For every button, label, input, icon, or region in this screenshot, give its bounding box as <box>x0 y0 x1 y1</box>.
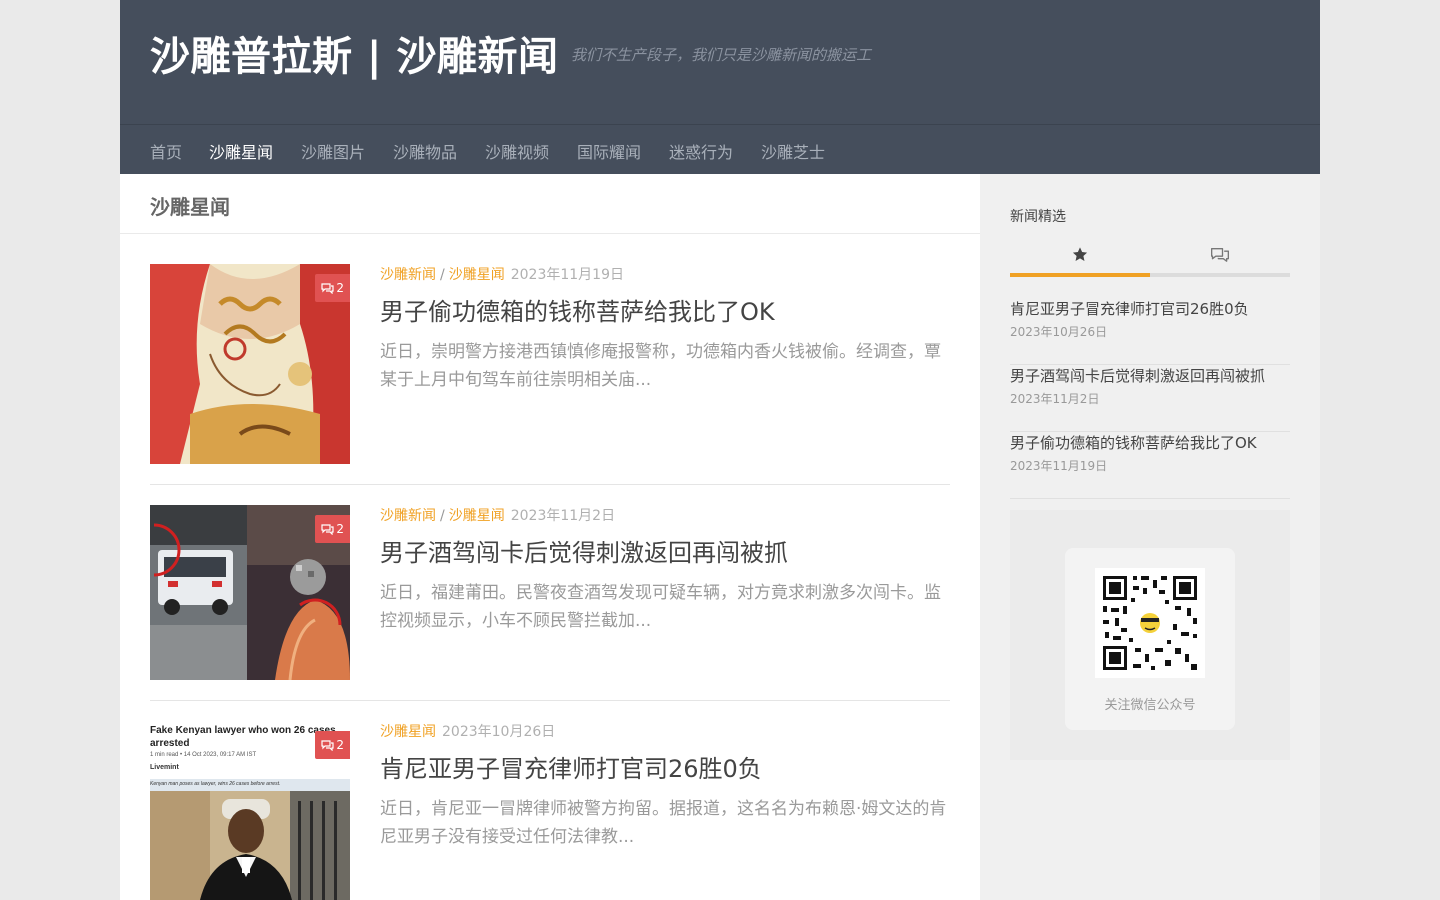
category-link[interactable]: 沙雕新闻 <box>380 267 436 283</box>
category-link[interactable]: 沙雕星闻 <box>380 724 436 740</box>
wechat-qr-widget: 关注微信公众号 <box>1010 510 1290 760</box>
sidebar-news-item[interactable]: 男子偷功德箱的钱称菩萨给我比了OK 2023年11月19日 <box>1010 432 1290 499</box>
sidebar-news-title[interactable]: 男子酒驾闯卡后觉得刺激返回再闯被抓 <box>1010 365 1265 386</box>
post-title[interactable]: 肯尼亚男子冒充律师打官司26胜0负 <box>380 749 762 784</box>
sidebar-news-date: 2023年11月2日 <box>1010 392 1100 406</box>
sidebar: 新闻精选 肯尼亚男子冒充律师打官司26胜0负 2023年10月26日 男子酒驾闯… <box>980 174 1320 900</box>
post-divider <box>150 700 950 701</box>
post-date: 2023年10月26日 <box>442 724 556 740</box>
snippet-byline: 1 min read • 14 Oct 2023, 09:17 AM IST <box>150 752 257 758</box>
main-nav: 首页 沙雕星闻 沙雕图片 沙雕物品 沙雕视频 国际耀闻 迷惑行为 沙雕芝士 <box>120 124 1320 174</box>
sidebar-news-date: 2023年10月26日 <box>1010 325 1108 339</box>
post-divider <box>150 484 950 485</box>
snippet-caption: Kenyan man poses as lawyer, wins 26 case… <box>150 781 281 787</box>
post-excerpt: 近日，崇明警方接港西镇慎修庵报警称，功德箱内香火钱被偷。经调查，覃某于上月中旬驾… <box>380 342 941 390</box>
post-meta: 沙雕新闻 / 沙雕星闻 2023年11月19日 <box>380 264 624 284</box>
site-header: 沙雕普拉斯 | 沙雕新闻 我们不生产段子，我们只是沙雕新闻的搬运工 <box>120 0 1320 124</box>
post-meta: 沙雕星闻 2023年10月26日 <box>380 721 555 741</box>
qr-label: 关注微信公众号 <box>1104 698 1196 713</box>
sidebar-news-title[interactable]: 肯尼亚男子冒充律师打官司26胜0负 <box>1010 298 1249 319</box>
lawyer-photo-image <box>150 791 350 900</box>
post-item: Fake Kenyan lawyer who won 26 cases arre… <box>150 721 950 900</box>
wechat-qr-card: 关注微信公众号 <box>1065 548 1235 730</box>
post-thumbnail[interactable]: Fake Kenyan lawyer who won 26 cases arre… <box>150 721 350 900</box>
comment-count-badge[interactable]: 2 <box>315 274 350 302</box>
post-item: 2 沙雕新闻 / 沙雕星闻 2023年11月2日 男子酒驾闯卡后觉得刺激返回再闯被抓 … <box>150 505 950 680</box>
wechat-qr-code <box>1095 568 1205 678</box>
post-excerpt: 近日，福建莆田。民警夜查酒驾发现可疑车辆，对方竟求刺激多次闯卡。监控视频显示，小… <box>380 583 941 631</box>
snippet-headline-line-2: arrested <box>150 738 190 749</box>
snippet-caption-bar: Kenyan man poses as lawyer, wins 26 case… <box>150 779 350 791</box>
sidebar-news-date: 2023年11月19日 <box>1010 459 1108 473</box>
widget-title: 新闻精选 <box>1010 209 1066 225</box>
sidebar-news-title[interactable]: 男子偷功德箱的钱称菩萨给我比了OK <box>1010 432 1257 453</box>
comments-icon <box>1211 248 1229 262</box>
sidebar-news-item[interactable]: 男子酒驾闯卡后觉得刺激返回再闯被抓 2023年11月2日 <box>1010 365 1290 432</box>
qr-code-image <box>1095 568 1205 678</box>
category-link[interactable]: 沙雕星闻 <box>449 267 505 283</box>
category-separator: / <box>440 508 445 524</box>
comment-count-badge[interactable]: 2 <box>315 731 350 759</box>
nav-item-shadiao-shipin[interactable]: 沙雕视频 <box>485 139 549 163</box>
site-tagline: 我们不生产段子，我们只是沙雕新闻的搬运工 <box>571 46 872 64</box>
post-item: 2 沙雕新闻 / 沙雕星闻 2023年11月19日 男子偷功德箱的钱称菩萨给我比了OK… <box>150 264 950 464</box>
nav-item-mihuo-xingwei[interactable]: 迷惑行为 <box>669 139 733 163</box>
post-title[interactable]: 男子酒驾闯卡后觉得刺激返回再闯被抓 <box>380 533 788 568</box>
comment-count-badge[interactable]: 2 <box>315 515 350 543</box>
nav-item-shadiao-zhishi[interactable]: 沙雕芝士 <box>761 139 825 163</box>
star-icon <box>1072 247 1088 261</box>
post-date: 2023年11月19日 <box>510 267 624 283</box>
post-excerpt: 近日，肯尼亚一冒牌律师被警方拘留。据报道，这名名为布赖恩·姆文达的肯尼亚男子没有… <box>380 799 947 847</box>
tab-comments[interactable] <box>1150 236 1290 277</box>
nav-item-shadiao-tupian[interactable]: 沙雕图片 <box>301 139 365 163</box>
comments-icon <box>321 524 334 536</box>
category-separator: / <box>440 267 445 283</box>
snippet-headline-line-1: Fake Kenyan lawyer who won 26 cases <box>150 725 336 736</box>
nav-item-shadiao-xingwen[interactable]: 沙雕星闻 <box>209 139 273 163</box>
post-meta: 沙雕新闻 / 沙雕星闻 2023年11月2日 <box>380 505 615 525</box>
post-thumbnail[interactable]: 2 <box>150 505 350 680</box>
comments-icon <box>321 740 334 752</box>
nav-item-shadiao-wupin[interactable]: 沙雕物品 <box>393 139 457 163</box>
page-title: 沙雕星闻 <box>150 195 230 219</box>
category-link[interactable]: 沙雕新闻 <box>380 508 436 524</box>
comments-icon <box>321 283 334 295</box>
nav-item-guoji-yaowen[interactable]: 国际耀闻 <box>577 139 641 163</box>
category-link[interactable]: 沙雕星闻 <box>449 508 505 524</box>
page-wrapper: 沙雕普拉斯 | 沙雕新闻 我们不生产段子，我们只是沙雕新闻的搬运工 首页 沙雕星… <box>120 0 1320 900</box>
post-date: 2023年11月2日 <box>510 508 616 524</box>
snippet-source: Livemint <box>150 764 179 771</box>
post-thumbnail[interactable]: 2 <box>150 264 350 464</box>
post-title[interactable]: 男子偷功德箱的钱称菩萨给我比了OK <box>380 292 775 327</box>
tab-featured[interactable] <box>1010 236 1150 277</box>
page-title-bar: 沙雕星闻 <box>120 174 980 234</box>
main-content: 沙雕星闻 2 沙雕新闻 / 沙雕星闻 2023年11月19日 男子偷功德箱的钱称… <box>120 174 980 900</box>
widget-tabs <box>1010 236 1290 277</box>
sidebar-news-item[interactable]: 肯尼亚男子冒充律师打官司26胜0负 2023年10月26日 <box>1010 298 1290 365</box>
site-title[interactable]: 沙雕普拉斯 | 沙雕新闻 <box>150 24 558 82</box>
nav-item-home[interactable]: 首页 <box>150 139 182 163</box>
